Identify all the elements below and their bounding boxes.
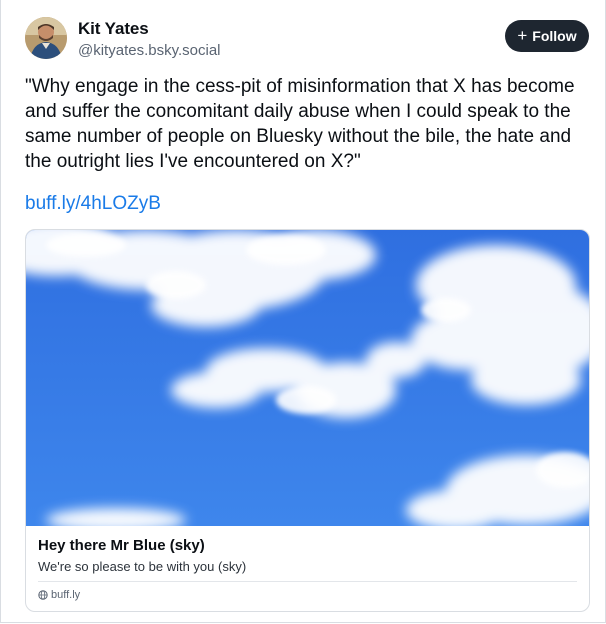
globe-icon [38, 590, 48, 600]
post-text: "Why engage in the cess-pit of misinform… [25, 76, 575, 172]
follow-button[interactable]: + Follow [505, 20, 589, 52]
link-card-description: We're so please to be with you (sky) [38, 559, 247, 574]
link-card-divider [38, 581, 577, 582]
avatar[interactable] [25, 17, 67, 59]
author-display-name[interactable]: Kit Yates [78, 19, 149, 39]
link-card-domain: buff.ly [38, 589, 80, 601]
author-handle[interactable]: @kityates.bsky.social [78, 42, 221, 59]
link-card-image [26, 230, 589, 526]
post-link[interactable]: buff.ly/4hLOZyB [25, 193, 161, 215]
link-card[interactable]: Hey there Mr Blue (sky) We're so please … [25, 229, 590, 612]
avatar-image [25, 17, 67, 59]
plus-icon: + [517, 26, 528, 45]
link-card-domain-text: buff.ly [51, 589, 81, 601]
follow-button-label: Follow [532, 28, 577, 44]
link-card-title: Hey there Mr Blue (sky) [38, 537, 205, 554]
post-card: Kit Yates @kityates.bsky.social + Follow… [0, 0, 606, 623]
